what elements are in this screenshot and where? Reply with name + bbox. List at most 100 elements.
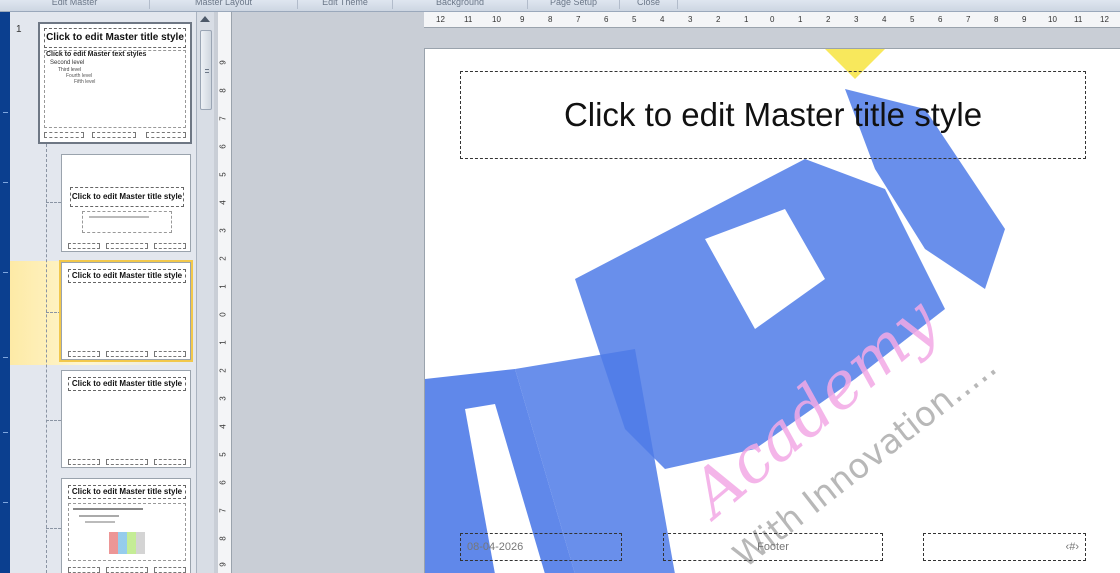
ribbon-group-page-setup[interactable]: Page Setup <box>528 0 620 9</box>
thumbnail-scrollbar[interactable] <box>196 12 214 573</box>
ruler-label: 8 <box>994 15 999 24</box>
ruler-label: 11 <box>1074 15 1083 24</box>
thumb-title-placeholder: Click to edit Master title style <box>68 269 186 283</box>
ruler-label: 1 <box>218 284 228 289</box>
thumb-footer-date <box>68 567 100 573</box>
thumb-footer-text <box>106 243 148 249</box>
thumb-footer-date <box>68 243 100 249</box>
ruler-label: 6 <box>604 15 609 24</box>
ruler-label: 4 <box>218 200 228 205</box>
left-edge-bar <box>0 12 10 573</box>
thumb-footer-number <box>154 351 186 357</box>
ruler-label: 3 <box>688 15 693 24</box>
ruler-label: 4 <box>218 424 228 429</box>
ruler-label: 2 <box>218 368 228 373</box>
thumb-body-line <box>73 508 143 510</box>
ruler-label: 3 <box>218 228 228 233</box>
ruler-label: 7 <box>966 15 971 24</box>
layout-thumbnail-title-only-2[interactable]: Click to edit Master title style <box>61 370 191 468</box>
thumb-subtitle-line <box>89 216 149 218</box>
thumb-footer-text <box>106 351 148 357</box>
date-placeholder[interactable]: 08-04-2026 <box>460 533 622 561</box>
ruler-label: 7 <box>218 116 228 121</box>
layout-connector <box>46 528 61 529</box>
thumb-footer-text <box>106 459 148 465</box>
ribbon-group-edit-master[interactable]: Edit Master <box>0 0 150 9</box>
ruler-label: 3 <box>854 15 859 24</box>
scroll-up-arrow-icon[interactable] <box>200 16 210 22</box>
thumb-title-placeholder: Click to edit Master title style <box>68 377 186 391</box>
thumb-body-line <box>79 515 119 517</box>
ruler-label: 7 <box>218 508 228 513</box>
ruler-label: 2 <box>218 256 228 261</box>
thumb-footer-text <box>92 132 136 138</box>
thumb-body-line <box>85 521 115 523</box>
ruler-label: 6 <box>218 480 228 485</box>
ribbon-group-master-layout[interactable]: Master Layout <box>150 0 298 9</box>
ruler-label: 4 <box>660 15 665 24</box>
thumb-footer-number <box>146 132 186 138</box>
thumb-footer-date <box>68 459 100 465</box>
thumb-title-text: Click to edit Master title style <box>46 32 184 43</box>
ruler-label: 9 <box>218 562 228 567</box>
slide-number-text: ‹#› <box>1065 541 1079 553</box>
edge-tick <box>3 357 8 358</box>
ruler-label: 2 <box>826 15 831 24</box>
ruler-label: 5 <box>218 452 228 457</box>
edge-tick <box>3 112 8 113</box>
thumb-body-placeholder <box>44 50 186 128</box>
thumb-title-text: Click to edit Master title style <box>71 192 183 201</box>
ruler-label: 10 <box>1048 15 1057 24</box>
thumb-title-placeholder: Click to edit Master title style <box>44 28 186 48</box>
ruler-label: 11 <box>464 15 473 24</box>
title-placeholder[interactable]: Click to edit Master title style <box>460 71 1086 159</box>
layout-thumbnail-title-content[interactable]: Click to edit Master title style <box>61 478 191 573</box>
ruler-label: 1 <box>798 15 803 24</box>
slide-number-label: 1 <box>16 24 22 35</box>
title-text: Click to edit Master title style <box>563 96 983 133</box>
ruler-label: 3 <box>218 396 228 401</box>
ruler-label: 1 <box>218 340 228 345</box>
ruler-label: 5 <box>218 172 228 177</box>
horizontal-ruler: 12 11 10 9 8 7 6 5 4 3 2 1 0 1 2 3 4 5 6… <box>424 12 1120 28</box>
footer-placeholder[interactable]: Footer <box>663 533 883 561</box>
ruler-label: 6 <box>218 144 228 149</box>
slide-master-thumbnail[interactable]: Click to edit Master title style Click t… <box>38 22 192 144</box>
ruler-label: 9 <box>218 60 228 65</box>
layout-connector <box>46 202 61 203</box>
layout-connector <box>46 144 47 573</box>
ruler-label: 8 <box>548 15 553 24</box>
thumb-content-placeholder <box>68 503 186 561</box>
vertical-ruler: 9 8 7 6 5 4 3 2 1 0 1 2 3 4 5 6 7 8 9 <box>218 12 232 573</box>
footer-text: Footer <box>757 541 789 553</box>
thumb-footer-number <box>154 459 186 465</box>
layout-connector <box>46 312 61 313</box>
thumb-title-placeholder: Click to edit Master title style <box>70 187 184 207</box>
ribbon-group-background[interactable]: Background <box>393 0 528 9</box>
edge-tick <box>3 182 8 183</box>
thumb-footer-text <box>106 567 148 573</box>
thumb-footer-number <box>154 243 186 249</box>
thumb-title-text: Click to edit Master title style <box>71 271 183 280</box>
ribbon-group-edit-theme[interactable]: Edit Theme <box>298 0 393 9</box>
slide-number-placeholder[interactable]: ‹#› <box>923 533 1086 561</box>
layout-thumbnail-title-only[interactable]: Click to edit Master title style <box>59 260 193 362</box>
ruler-label: 10 <box>492 15 501 24</box>
ruler-label: 12 <box>1100 15 1109 24</box>
ruler-label: 9 <box>1022 15 1027 24</box>
ruler-label: 8 <box>218 88 228 93</box>
thumb-subtitle-placeholder <box>82 211 172 233</box>
ruler-label: 6 <box>938 15 943 24</box>
thumb-title-placeholder: Click to edit Master title style <box>68 485 186 499</box>
ribbon-group-close[interactable]: Close <box>620 0 678 9</box>
slide-thumbnail-pane: 1 Click to edit Master title style Click… <box>10 12 196 573</box>
grip-icon <box>205 69 209 70</box>
ribbon-strip: Edit Master Master Layout Edit Theme Bac… <box>0 0 1120 12</box>
edge-tick <box>3 502 8 503</box>
layout-thumbnail-title-slide[interactable]: Click to edit Master title style <box>61 154 191 252</box>
ruler-label: 9 <box>520 15 525 24</box>
slide-master-canvas[interactable]: Academy With Innovation..... Click to ed… <box>424 48 1120 573</box>
ruler-label: 7 <box>576 15 581 24</box>
layout-connector <box>46 420 61 421</box>
scrollbar-thumb[interactable] <box>200 30 212 110</box>
